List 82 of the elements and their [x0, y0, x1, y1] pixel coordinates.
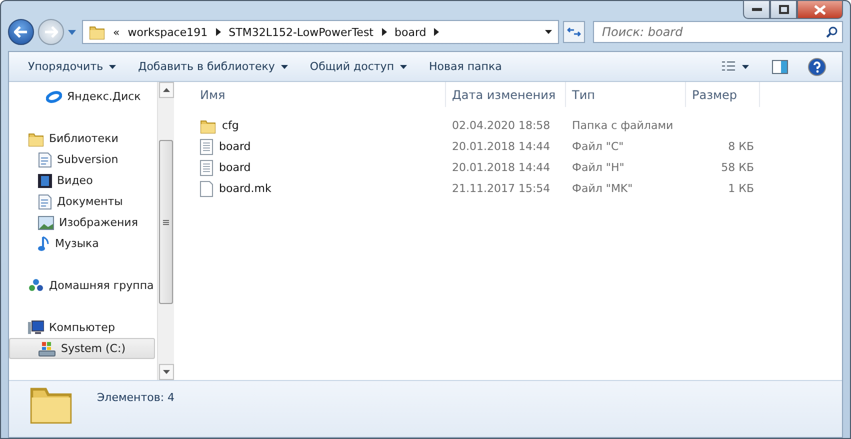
nav-item[interactable]: System (C:): [9, 338, 155, 359]
maximize-icon: [778, 5, 788, 14]
scroll-up-button[interactable]: [158, 82, 174, 98]
refresh-icon: [567, 26, 581, 38]
caret-icon: [400, 64, 408, 68]
toolbar-button[interactable]: Общий доступ: [300, 56, 416, 77]
homegroup-icon: [28, 278, 44, 294]
text-file-icon: [200, 138, 213, 154]
column-header[interactable]: Тип: [566, 82, 686, 107]
date-cell-text: 21.11.2017 15:54: [451, 182, 552, 195]
nav-item[interactable]: Компьютер: [9, 317, 155, 338]
size-cell: 8 КБ: [728, 140, 754, 153]
toolbar-button[interactable]: Упорядочить: [19, 56, 126, 77]
overflow-chevron[interactable]: «: [113, 26, 120, 38]
size-cell: 58 КБ: [721, 161, 754, 174]
breadcrumb[interactable]: workspace191: [128, 26, 208, 38]
date-cell-text: 02.04.2020 18:58: [451, 119, 552, 132]
refresh-button[interactable]: [563, 21, 585, 43]
column-header[interactable]: Имя: [194, 82, 446, 107]
history-caret-icon: [68, 30, 76, 34]
item-count: Элементов: 4: [97, 391, 175, 404]
library-folder-icon: [28, 130, 44, 146]
minimize-button[interactable]: [743, 0, 770, 19]
up-arrow-icon: [162, 88, 170, 92]
address-bar[interactable]: « workspace191 STM32L152-LowPowerTest board: [82, 20, 559, 44]
nav-item[interactable]: Домашняя группа: [9, 275, 155, 296]
breadcrumb[interactable]: board: [394, 26, 426, 38]
caret-icon: [280, 64, 288, 68]
nav-item[interactable]: Музыка: [9, 233, 155, 254]
column-header[interactable]: Дата изменения: [446, 82, 566, 107]
text-file-icon: [200, 160, 213, 176]
search-field[interactable]: Поиск: board: [593, 21, 843, 43]
type-cell-text: Файл "H": [571, 161, 626, 174]
maximize-button[interactable]: [770, 0, 797, 19]
preview-pane-icon[interactable]: [772, 60, 788, 74]
left-arrow-icon: [14, 26, 28, 38]
dropdown-caret-icon: [545, 30, 552, 34]
music-note-icon: [38, 236, 50, 252]
search-icon: [826, 26, 838, 38]
caret-icon: [109, 64, 116, 68]
date-cell-text: 20.01.2018 14:44: [451, 161, 552, 174]
nav-item[interactable]: Subversion: [9, 149, 155, 170]
scrollbar-thumb[interactable]: [159, 140, 173, 304]
landscape-image-icon: [38, 216, 54, 230]
file-name[interactable]: board: [219, 140, 251, 153]
file-name[interactable]: cfg: [222, 119, 239, 132]
file-name[interactable]: board: [219, 161, 251, 174]
folder-icon: [89, 24, 105, 40]
blank-file-icon: [200, 180, 213, 196]
down-arrow-icon: [162, 370, 170, 374]
back-button[interactable]: [8, 19, 34, 45]
type-cell-text: Файл "C": [571, 140, 625, 153]
column-header[interactable]: Размер: [686, 82, 760, 107]
toolbar-button[interactable]: Новая папка: [420, 56, 511, 77]
nav-item[interactable]: Яндекс.Диск: [9, 86, 155, 107]
view-options-icon[interactable]: [722, 60, 752, 72]
nav-item[interactable]: Документы: [9, 191, 155, 212]
minimize-icon: [752, 8, 762, 12]
nav-item[interactable]: Видео: [9, 170, 155, 191]
file-name[interactable]: board.mk: [219, 182, 272, 195]
breadcrumb-arrow-icon: [216, 28, 221, 36]
folder-icon: [200, 118, 216, 134]
size-cell: 1 КБ: [728, 182, 754, 195]
toolbar-button[interactable]: Добавить в библиотеку: [129, 56, 297, 77]
document-icon: [38, 194, 52, 210]
scroll-down-button[interactable]: [158, 364, 174, 380]
close-icon: [814, 4, 826, 14]
nav-item[interactable]: Библиотеки: [9, 128, 155, 149]
type-cell-text: Папка с файлами: [571, 119, 674, 132]
film-icon: [38, 172, 52, 188]
date-cell-text: 20.01.2018 14:44: [451, 140, 552, 153]
computer-icon: [28, 320, 44, 336]
system-drive-icon: [38, 340, 56, 356]
nav-item[interactable]: Изображения: [9, 212, 155, 233]
help-icon[interactable]: [808, 58, 826, 76]
document-icon: [38, 152, 52, 168]
breadcrumb-arrow-icon: [382, 28, 386, 36]
right-arrow-icon: [44, 26, 58, 38]
breadcrumb-arrow-icon: [434, 28, 440, 36]
close-button[interactable]: [797, 0, 843, 19]
breadcrumb[interactable]: STM32L152-LowPowerTest: [228, 26, 374, 38]
type-cell-text: Файл "MK": [571, 182, 634, 195]
